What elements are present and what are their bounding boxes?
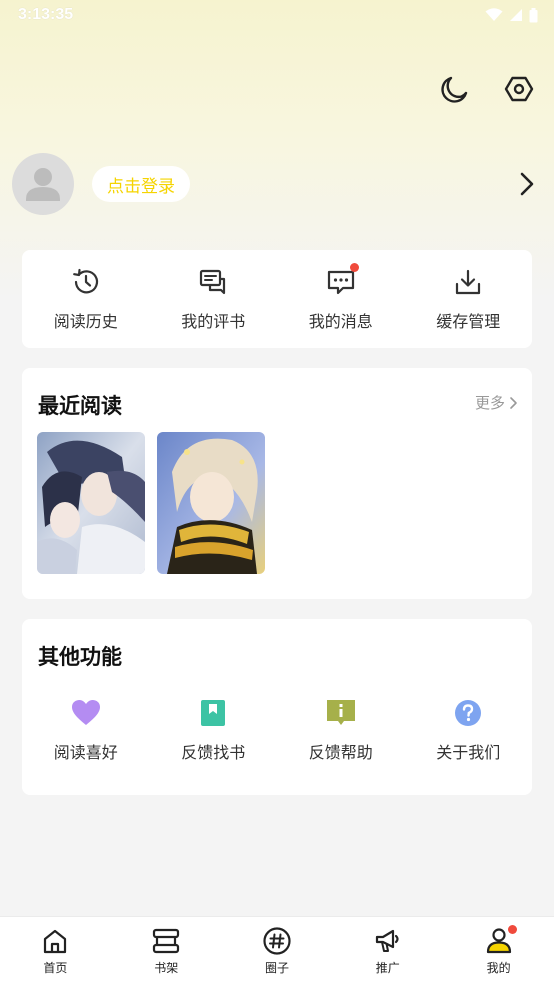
tab-label: 首页 bbox=[43, 961, 68, 975]
quick-item-label: 阅读历史 bbox=[53, 312, 118, 331]
quick-item-history[interactable]: 阅读历史 bbox=[22, 250, 150, 348]
moon-icon bbox=[441, 76, 468, 103]
status-time: 3:13:35 bbox=[18, 6, 74, 23]
chevron-right-icon bbox=[520, 172, 534, 196]
quick-item-messages[interactable]: 我的消息 bbox=[277, 250, 405, 348]
tab-home[interactable]: 首页 bbox=[0, 917, 111, 984]
settings-hexagon-icon bbox=[504, 76, 534, 102]
chevron-right-icon bbox=[510, 396, 517, 409]
tab-label: 圈子 bbox=[264, 961, 289, 975]
other-title: 其他功能 bbox=[38, 645, 122, 669]
question-icon bbox=[455, 700, 482, 726]
quick-item-label: 缓存管理 bbox=[436, 312, 501, 331]
wifi-icon bbox=[485, 8, 503, 21]
signal-icon bbox=[510, 9, 522, 21]
info-icon bbox=[326, 700, 355, 725]
more-label: 更多 bbox=[474, 394, 505, 412]
recent-covers bbox=[37, 432, 265, 574]
other-functions-card: 其他功能 阅读喜好 反馈找书 反馈帮助 关于我们 bbox=[22, 619, 532, 795]
battery-icon bbox=[529, 7, 538, 22]
book-cover[interactable] bbox=[37, 432, 145, 574]
login-button[interactable]: 点击登录 bbox=[92, 166, 190, 202]
quick-item-label: 我的评书 bbox=[181, 312, 246, 331]
tab-label: 我的 bbox=[486, 961, 511, 975]
tab-bookshelf[interactable]: 书架 bbox=[111, 917, 222, 984]
profile-row[interactable]: 点击登录 bbox=[12, 153, 542, 215]
default-avatar-icon bbox=[26, 168, 60, 201]
quick-actions-card: 阅读历史 我的评书 我的消息 缓存管理 bbox=[22, 250, 532, 348]
other-item-label: 关于我们 bbox=[436, 743, 501, 762]
status-icons bbox=[485, 7, 538, 23]
tab-mine[interactable]: 我的 bbox=[443, 917, 554, 984]
quick-item-label: 我的消息 bbox=[308, 312, 373, 331]
other-item-feedback-book[interactable]: 反馈找书 bbox=[150, 699, 278, 763]
other-item-label: 反馈帮助 bbox=[308, 743, 373, 762]
user-icon bbox=[485, 925, 517, 955]
comment-book-icon bbox=[197, 266, 229, 298]
tab-circle[interactable]: 圈子 bbox=[222, 917, 333, 984]
other-item-reading-preference[interactable]: 阅读喜好 bbox=[22, 699, 150, 763]
profile-arrow[interactable] bbox=[512, 169, 542, 199]
more-link[interactable]: 更多 bbox=[475, 392, 518, 413]
bookshelf-icon bbox=[152, 927, 180, 955]
home-icon bbox=[41, 927, 69, 955]
book-cover[interactable] bbox=[157, 432, 265, 574]
bottom-tab-bar: 首页 书架 圈子 推广 我的 bbox=[0, 916, 554, 984]
heart-icon bbox=[71, 700, 100, 725]
recent-reading-card: 最近阅读 更多 bbox=[22, 368, 532, 599]
tab-label: 书架 bbox=[154, 961, 179, 975]
download-icon bbox=[452, 266, 484, 298]
message-icon bbox=[325, 263, 359, 298]
other-item-about-us[interactable]: 关于我们 bbox=[405, 699, 533, 763]
other-grid: 阅读喜好 反馈找书 反馈帮助 关于我们 bbox=[22, 699, 532, 763]
hashtag-icon bbox=[263, 927, 291, 955]
bookmark-icon bbox=[201, 700, 226, 726]
header-actions bbox=[438, 72, 536, 106]
tab-promote[interactable]: 推广 bbox=[332, 917, 443, 984]
megaphone-icon bbox=[374, 927, 402, 955]
quick-item-cache[interactable]: 缓存管理 bbox=[405, 250, 533, 348]
other-item-feedback-help[interactable]: 反馈帮助 bbox=[277, 699, 405, 763]
message-badge bbox=[349, 263, 359, 272]
status-bar: 3:13:35 bbox=[0, 0, 554, 30]
tab-label: 推广 bbox=[375, 961, 400, 975]
history-icon bbox=[70, 266, 102, 298]
avatar[interactable] bbox=[12, 153, 74, 215]
other-item-label: 阅读喜好 bbox=[53, 743, 118, 762]
recent-title: 最近阅读 bbox=[38, 394, 122, 418]
night-mode-button[interactable] bbox=[438, 72, 472, 106]
quick-item-my-reviews[interactable]: 我的评书 bbox=[150, 250, 278, 348]
other-item-label: 反馈找书 bbox=[181, 743, 246, 762]
tab-badge bbox=[507, 925, 517, 934]
settings-button[interactable] bbox=[502, 72, 536, 106]
